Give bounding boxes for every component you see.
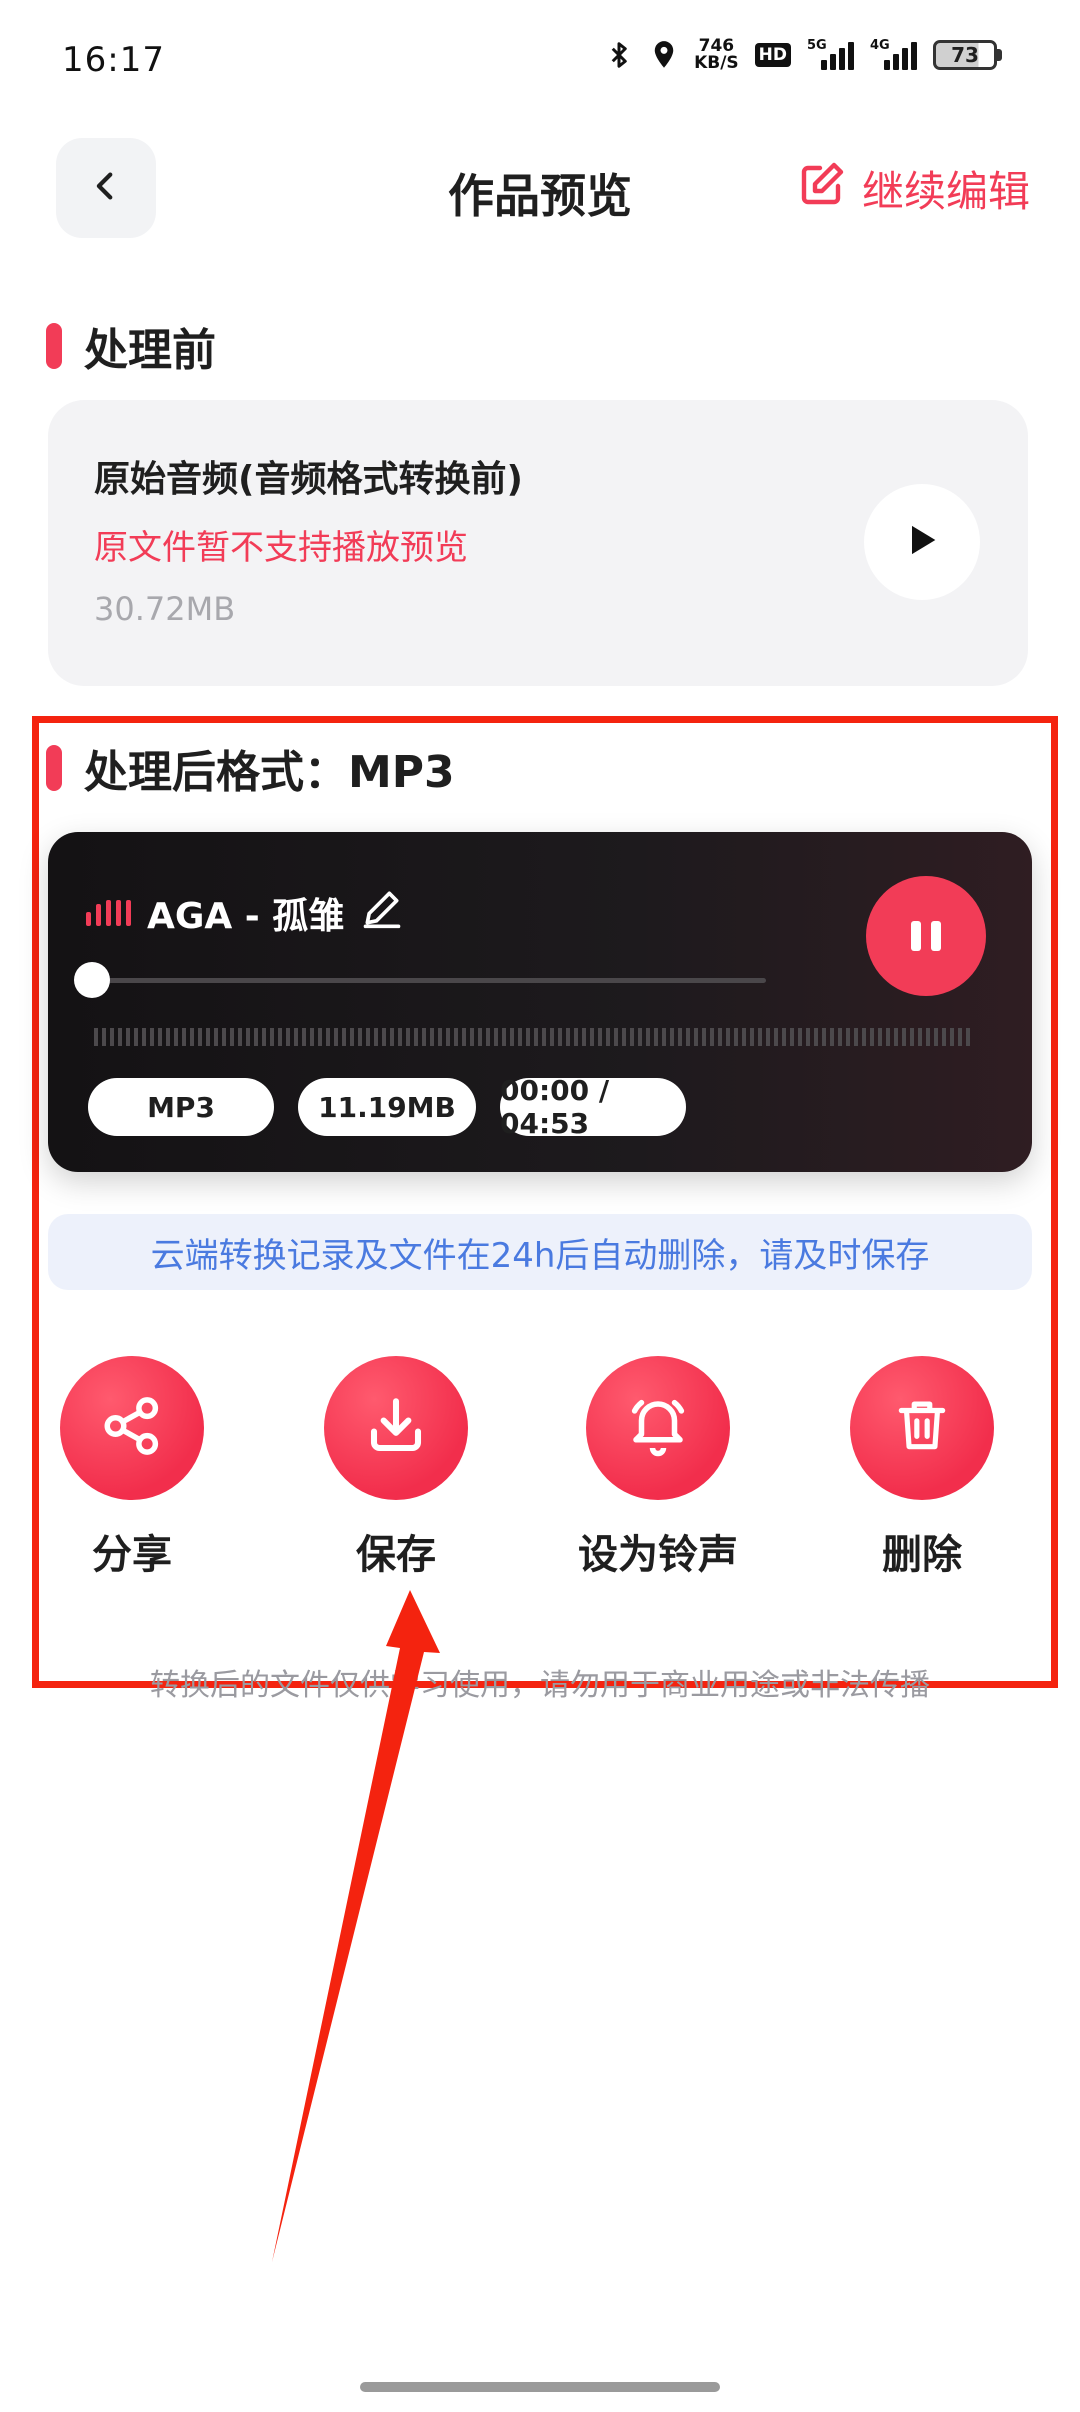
delete-button[interactable]: 删除 — [822, 1356, 1022, 1580]
rename-pencil-icon[interactable] — [360, 886, 404, 939]
bluetooth-icon — [604, 40, 634, 70]
original-audio-size: 30.72MB — [94, 590, 236, 628]
section-before-title: 处理前 — [84, 325, 216, 376]
usage-disclaimer: 转换后的文件仅供学习使用，请勿用于商业用途或非法传播 — [150, 1668, 930, 1703]
play-icon — [902, 520, 942, 564]
share-circle[interactable] — [60, 1356, 204, 1500]
status-time: 16:17 — [62, 40, 165, 80]
progress-track[interactable] — [94, 978, 766, 983]
track-name: AGA - 孤雏 — [147, 895, 345, 937]
bell-icon — [625, 1393, 691, 1463]
file-info-chips: MP3 11.19MB 00:00 / 04:53 — [88, 1074, 686, 1140]
home-indicator[interactable] — [360, 2382, 720, 2392]
network-speed: 746 KB/S — [694, 38, 739, 72]
share-label: 分享 — [92, 1532, 172, 1578]
share-icon — [99, 1393, 165, 1463]
progress-knob[interactable] — [74, 962, 110, 998]
format-chip: MP3 — [88, 1078, 274, 1136]
delete-circle[interactable] — [850, 1356, 994, 1500]
set-ringtone-button[interactable]: 设为铃声 — [558, 1356, 758, 1580]
continue-edit-button[interactable]: 继续编辑 — [798, 158, 1030, 219]
network-speed-unit: KB/S — [694, 53, 739, 73]
original-audio-card: 原始音频(音频格式转换前) 原文件暂不支持播放预览 30.72MB — [48, 400, 1028, 686]
set-ringtone-label: 设为铃声 — [578, 1532, 738, 1578]
download-icon — [363, 1393, 429, 1463]
save-label: 保存 — [356, 1532, 436, 1578]
track-row: AGA - 孤雏 — [86, 886, 404, 939]
equalizer-icon — [86, 899, 131, 926]
signal-4g-icon: 4G — [870, 38, 917, 70]
hd-badge: HD — [754, 43, 791, 67]
section-before-header: 处理前 — [46, 314, 216, 378]
status-icons: 746 KB/S HD 5G 4G 73 — [604, 38, 1002, 72]
delete-label: 删除 — [882, 1532, 962, 1578]
signal-5g-label: 5G — [807, 38, 827, 53]
pause-button[interactable] — [866, 876, 986, 996]
size-chip: 11.19MB — [298, 1078, 476, 1136]
battery-level: 73 — [933, 40, 997, 70]
original-play-button[interactable] — [864, 484, 980, 600]
cloud-delete-notice: 云端转换记录及文件在24h后自动删除，请及时保存 — [48, 1214, 1032, 1290]
pause-icon-bar — [911, 921, 921, 951]
location-icon — [650, 40, 678, 70]
ringtone-circle[interactable] — [586, 1356, 730, 1500]
time-chip: 00:00 / 04:53 — [500, 1074, 686, 1140]
continue-edit-label: 继续编辑 — [861, 167, 1030, 216]
waveform — [94, 1028, 974, 1046]
original-audio-warning: 原文件暂不支持播放预览 — [94, 528, 468, 568]
section-marker — [46, 745, 62, 791]
edit-icon — [798, 160, 846, 218]
trash-icon — [891, 1395, 953, 1461]
save-circle[interactable] — [324, 1356, 468, 1500]
section-after-title: 处理后格式：MP3 — [84, 747, 455, 798]
save-button[interactable]: 保存 — [296, 1356, 496, 1580]
signal-5g-icon: 5G — [807, 38, 854, 70]
original-audio-title: 原始音频(音频格式转换前) — [94, 459, 523, 500]
signal-4g-label: 4G — [870, 38, 890, 53]
pause-icon-bar — [931, 921, 941, 951]
audio-player-card: AGA - 孤雏 MP3 11.19MB 00:00 / 04:53 — [48, 832, 1032, 1172]
section-after-header: 处理后格式：MP3 — [46, 736, 455, 800]
share-button[interactable]: 分享 — [32, 1356, 232, 1580]
status-bar: 16:17 746 KB/S HD 5G 4G 73 — [0, 0, 1080, 120]
battery-icon: 73 — [933, 40, 1002, 70]
section-marker — [46, 323, 62, 369]
